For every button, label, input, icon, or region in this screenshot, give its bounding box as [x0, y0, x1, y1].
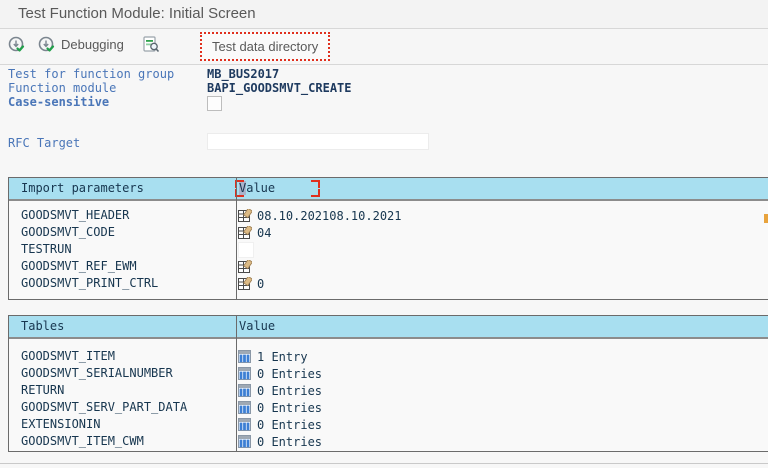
table-row: RETURN 0 Entries	[9, 382, 768, 399]
function-group-label: Test for function group	[8, 67, 174, 81]
import-value-header-label[interactable]: Value	[239, 178, 275, 199]
structure-icon	[238, 277, 252, 290]
table-row: GOODSMVT_CODE 04	[9, 224, 768, 241]
table-icon	[238, 418, 252, 431]
table-icon	[238, 435, 252, 448]
table-row: TESTRUN	[9, 241, 768, 258]
page-title: Test Function Module: Initial Screen	[18, 0, 256, 28]
table-row: GOODSMVT_SERIALNUMBER 0 Entries	[9, 365, 768, 382]
table-row: GOODSMVT_HEADER 08.10.202108.10.2021	[9, 207, 768, 224]
table-row: GOODSMVT_PRINT_CTRL 0	[9, 275, 768, 292]
parameter-value-cell[interactable]	[238, 258, 257, 275]
function-group-value: MB_BUS2017	[207, 67, 279, 81]
test-data-directory-label: Test data directory	[212, 39, 318, 54]
debugging-label: Debugging	[61, 37, 124, 52]
value-input-box[interactable]	[238, 242, 254, 258]
table-value-cell[interactable]: 0 Entries	[238, 365, 322, 382]
table-value-cell[interactable]: 1 Entry	[238, 348, 308, 365]
table-row: GOODSMVT_REF_EWM	[9, 258, 768, 275]
parameter-value-cell[interactable]: 0	[238, 275, 264, 292]
case-sensitive-checkbox[interactable]	[207, 96, 222, 111]
table-row: GOODSMVT_ITEM_CWM 0 Entries	[9, 433, 768, 450]
value-header-rest: alue	[246, 181, 275, 195]
rfc-target-input[interactable]	[207, 133, 429, 150]
function-module-value: BAPI_GOODSMVT_CREATE	[207, 81, 352, 95]
table-value-cell[interactable]: 0 Entries	[238, 399, 322, 416]
tables-header-label: Tables	[21, 316, 64, 337]
table-value-cell[interactable]: 0 Entries	[238, 433, 322, 450]
table-value-cell[interactable]: 0 Entries	[238, 382, 322, 399]
table-icon	[238, 350, 252, 363]
structure-icon	[238, 260, 252, 273]
table-icon	[238, 384, 252, 397]
debugging-button[interactable]: Debugging	[38, 36, 124, 53]
parameter-value-cell[interactable]	[238, 241, 259, 258]
structure-icon	[238, 226, 252, 239]
title-bar: Test Function Module: Initial Screen	[0, 0, 768, 29]
table-row: GOODSMVT_SERV_PART_DATA 0 Entries	[9, 399, 768, 416]
import-parameters-table: Import parameters Value GOODSMVT_HEADER …	[8, 177, 768, 300]
tables-table: Tables Value GOODSMVT_ITEM 1 Entry GOODS…	[8, 315, 768, 452]
test-data-directory-icon-button[interactable]	[142, 36, 160, 53]
document-search-icon	[142, 36, 160, 53]
tables-header: Tables Value	[9, 316, 768, 339]
bottom-separator	[0, 463, 768, 464]
execute-debug-icon	[38, 36, 55, 53]
table-value-cell[interactable]: 0 Entries	[238, 416, 322, 433]
table-row: GOODSMVT_ITEM 1 Entry	[9, 348, 768, 365]
edge-indicator	[764, 214, 768, 223]
test-data-directory-button[interactable]: Test data directory	[200, 32, 330, 61]
import-parameters-header: Import parameters Value	[9, 178, 768, 201]
structure-icon	[238, 209, 252, 222]
parameter-value-cell[interactable]: 08.10.202108.10.2021	[238, 207, 402, 224]
execute-button[interactable]	[8, 36, 25, 53]
rfc-target-label: RFC Target	[8, 136, 80, 150]
case-sensitive-label: Case-sensitive	[8, 95, 109, 109]
parameter-value-cell[interactable]: 04	[238, 224, 271, 241]
table-row: EXTENSIONIN 0 Entries	[9, 416, 768, 433]
table-icon	[238, 401, 252, 414]
table-icon	[238, 367, 252, 380]
application-toolbar: Debugging Test data directory	[0, 29, 768, 65]
execute-icon	[8, 36, 25, 53]
function-module-label: Function module	[8, 81, 116, 95]
import-parameters-header-label: Import parameters	[21, 178, 144, 199]
tables-value-header-label: Value	[239, 316, 275, 337]
